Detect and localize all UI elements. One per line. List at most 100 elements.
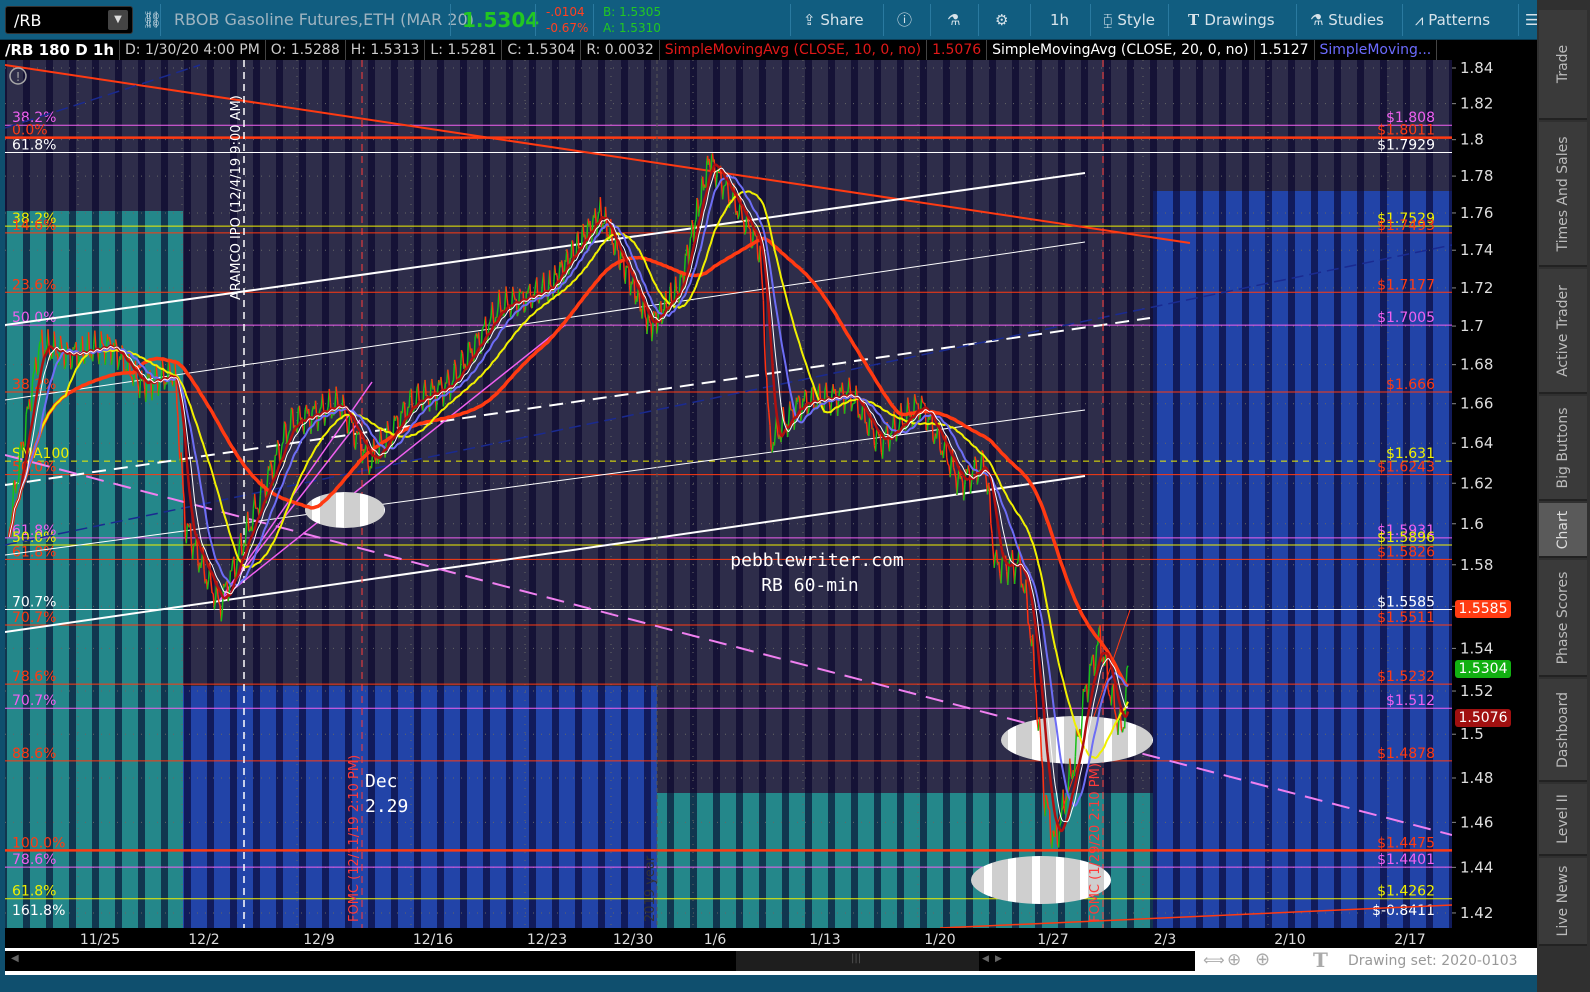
scroll-prev-icon[interactable]: ◀ [982, 954, 989, 964]
chart-info-bar: /RB 180 D 1h D: 1/30/20 4:00 PM O: 1.528… [0, 40, 1537, 60]
fib-level-price: $-0.8411 [1372, 903, 1435, 919]
sidebar-tab-chart[interactable]: Chart [1539, 503, 1587, 558]
sidebar-tab-active-trader[interactable]: Active Trader [1539, 269, 1587, 394]
price-bar [599, 197, 602, 213]
price-chart[interactable]: 38.2% $1.808 0.0% $1.8011 61.8% $1.7929 38.2% $… [5, 60, 1452, 928]
price-bar [889, 432, 893, 435]
info-icon[interactable]: ⓘ [897, 0, 912, 40]
bid-price: B: 1.5305 [603, 5, 662, 19]
fib-level-percent: 61.8% [12, 138, 56, 154]
sidebar-tab-level-ii[interactable]: Level II [1539, 784, 1587, 856]
time-axis-canvas[interactable]: 11/25 12/2 12/9 12/16 12/23 12/30 1/6 1/13 1/20 1… [5, 928, 1537, 948]
sidebar-tab-phase-scores[interactable]: Phase Scores [1539, 560, 1587, 677]
price-bar [94, 330, 97, 348]
price-bar [669, 282, 673, 302]
note-label: Dec [365, 771, 398, 792]
fib-level-percent: 70.7% [12, 693, 56, 709]
price-axis-canvas[interactable]: 1.84 1.82 1.8 1.78 1.76 1.74 1.72 1.7 1.68 1.66 1.… [1452, 59, 1537, 928]
studies-button[interactable]: ⚗ Studies [1310, 0, 1384, 40]
last-price: 1.5304 [462, 8, 540, 32]
price-bar [59, 335, 63, 345]
price-bar [625, 265, 628, 268]
toolbar-divider [978, 4, 979, 36]
price-tick-label: 1.76 [1460, 204, 1493, 222]
sidebar-tab-dashboard[interactable]: Dashboard [1539, 679, 1587, 782]
drawing-set-label[interactable]: Drawing set: 2020-0103 [1348, 953, 1518, 969]
expand-icon[interactable]: ⟺ [1203, 951, 1225, 969]
sma10-label[interactable]: SimpleMovingAvg (CLOSE, 10, 0, no) [660, 40, 928, 60]
price-tick-label: 1.64 [1460, 434, 1493, 452]
price-bar [181, 468, 184, 490]
gear-icon[interactable]: ⚙ [995, 0, 1008, 40]
price-bar [705, 160, 708, 187]
price-axis[interactable]: 1.84 1.82 1.8 1.78 1.76 1.74 1.72 1.7 1.68 1.66 1.… [1452, 59, 1537, 928]
fib-level-price: $1.5511 [1377, 610, 1435, 626]
price-tick-label: 1.62 [1460, 474, 1493, 492]
price-bar [624, 265, 627, 284]
drawings-button[interactable]: T Drawings [1188, 0, 1275, 40]
sidebar-tab-big-buttons[interactable]: Big Buttons [1539, 396, 1587, 501]
price-bar [656, 327, 659, 334]
scroll-left-icon[interactable]: ◀ [11, 953, 19, 964]
price-bar [65, 342, 69, 348]
flask-icon[interactable]: ⚗ [947, 0, 960, 40]
price-bar [38, 340, 42, 344]
highlight-ellipse[interactable] [1001, 716, 1153, 764]
highlight-ellipse[interactable] [305, 492, 385, 528]
price-bar [151, 383, 154, 401]
sidebar-tab-label: Chart [1555, 510, 1571, 549]
price-bar [185, 523, 189, 544]
price-bar [145, 381, 148, 402]
price-tick-label: 1.52 [1460, 682, 1493, 700]
fib-level-price: $1.4878 [1377, 746, 1435, 762]
price-bar [176, 404, 179, 417]
fib-level-percent: 70.7% [12, 610, 56, 626]
price-bar [138, 376, 142, 399]
price-bar [660, 321, 664, 325]
patterns-icon: ⩘ [1415, 11, 1429, 29]
share-button[interactable]: ⇪ Share [803, 0, 864, 40]
price-tick-label: 1.7 [1460, 317, 1484, 335]
price-bar [654, 311, 657, 314]
text-tool-icon[interactable]: T [1313, 948, 1328, 972]
price-bar [319, 406, 322, 410]
chevron-down-icon[interactable]: ▼ [108, 10, 128, 30]
sma20-label[interactable]: SimpleMovingAvg (CLOSE, 20, 0, no) [987, 40, 1255, 60]
fib-level-price: $1.7929 [1377, 138, 1435, 154]
price-bar [200, 560, 203, 568]
symbol-description: RBOB Gasoline Futures,ETH (MAR 20) [174, 10, 474, 29]
price-bar [648, 318, 651, 324]
time-axis[interactable]: 11/25 12/2 12/9 12/16 12/23 12/30 1/6 1/13 1/20 1… [5, 928, 1537, 948]
crosshair-icon[interactable]: ⊕ [1227, 950, 1241, 970]
fib-level-price: $1.6243 [1377, 460, 1435, 476]
patterns-button[interactable]: ⩘ Patterns [1415, 0, 1490, 40]
price-bar [696, 197, 699, 201]
style-button[interactable]: ⧮ Style [1103, 0, 1155, 40]
scrollbar-thumb[interactable]: ||| [736, 951, 979, 971]
toolbar-divider [930, 4, 931, 36]
price-tick-label: 1.46 [1460, 813, 1493, 831]
chart-canvas[interactable]: 38.2% $1.8080.0% $1.801161.8% $1.792938.2% $… [5, 60, 1452, 928]
sidebar-tab-label: Level II [1555, 794, 1571, 844]
price-bar [577, 231, 580, 250]
sidebar-tab-times-and-sales[interactable]: Times And Sales [1539, 122, 1587, 267]
price-bar [30, 383, 34, 412]
price-bar [571, 240, 574, 243]
price-bar [24, 414, 27, 446]
zoom-icon[interactable]: ⊕ [1255, 949, 1270, 970]
horizontal-scrollbar[interactable]: ◀ ||| ◀ ▶ [5, 951, 1195, 971]
timeframe-button[interactable]: 1h [1050, 0, 1069, 40]
symbol-selector[interactable]: /RB ▼ [5, 6, 133, 34]
sidebar-tab-live-news[interactable]: Live News [1539, 858, 1587, 946]
sidebar-tab-label: Trade [1555, 44, 1571, 84]
sidebar-tab-trade[interactable]: Trade [1539, 10, 1587, 120]
price-bar [47, 329, 50, 347]
price-bar [1108, 694, 1111, 697]
price-bar [629, 281, 633, 296]
price-bar [482, 325, 485, 328]
price-bar [646, 324, 649, 335]
scroll-next-icon[interactable]: ▶ [995, 954, 1002, 964]
price-tick-label: 1.44 [1460, 858, 1493, 876]
drawings-label: Drawings [1204, 11, 1275, 29]
sma-more-label[interactable]: SimpleMoving... [1315, 40, 1438, 60]
